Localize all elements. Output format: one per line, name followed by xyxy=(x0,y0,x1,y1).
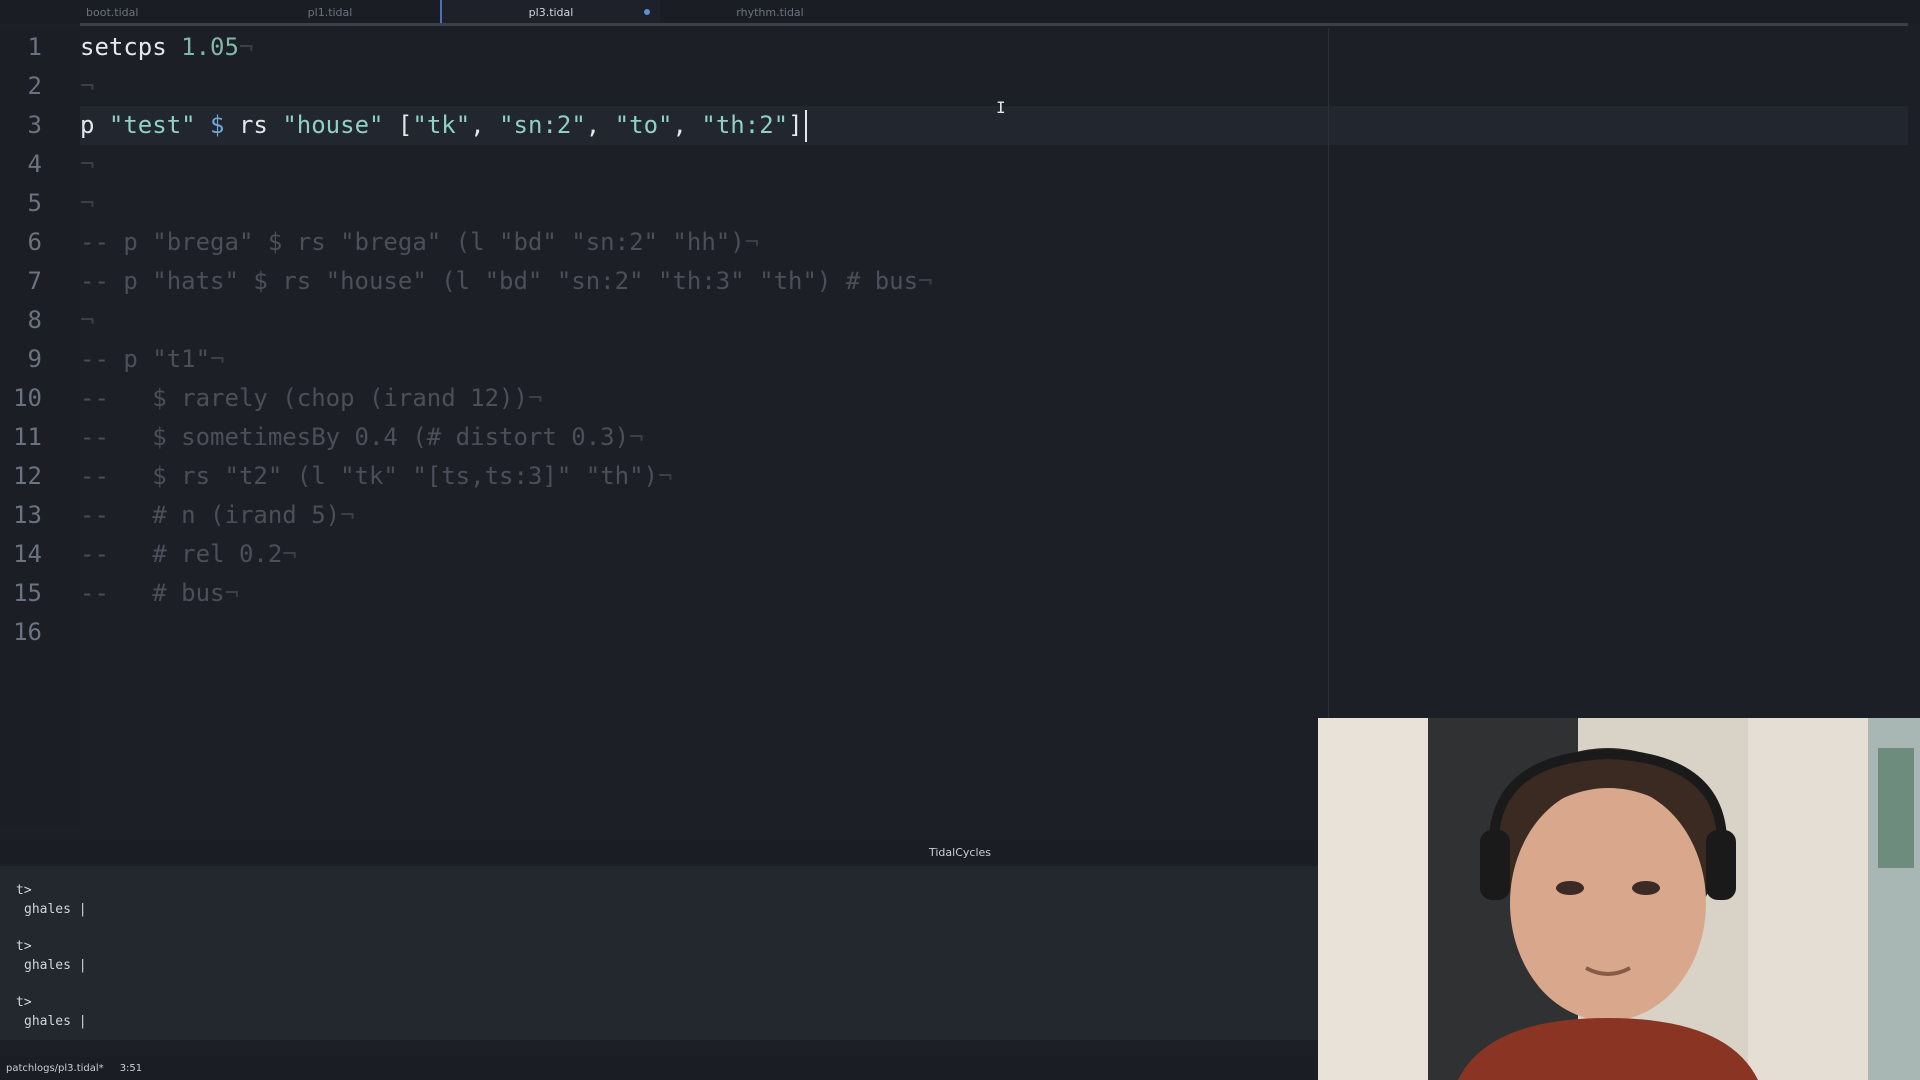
line-number: 3 xyxy=(27,111,42,139)
tab-pl1-tidal[interactable]: pl1.tidal xyxy=(220,0,440,24)
code-text-area[interactable]: setcps 1.05¬ ¬ p "test" $ rs "house" ["t… xyxy=(80,28,1920,828)
line-number: 6 xyxy=(27,228,42,256)
tab-label: boot.tidal xyxy=(86,5,139,19)
line-number: 8 xyxy=(27,306,42,334)
line-number: 7 xyxy=(27,267,42,295)
tidal-editor-app: boot.tidal pl1.tidal pl3.tidal rhythm.ti… xyxy=(0,0,1920,1080)
console-entry: t> ghales | xyxy=(16,882,1318,938)
console-entry: t> ghales | xyxy=(16,938,1318,994)
line-number: 9 xyxy=(27,345,42,373)
status-cursor-position[interactable]: 3:51 xyxy=(120,1063,142,1074)
console-output-line: ghales | xyxy=(24,1014,87,1029)
tab-boot-tidal[interactable]: boot.tidal xyxy=(0,0,220,24)
tidal-console-output[interactable]: t> ghales | t> ghales | t> ghales | xyxy=(0,866,1318,1040)
code-line-6: -- p "brega" $ rs "brega" (l "bd" "sn:2"… xyxy=(80,228,760,256)
line-number: 11 xyxy=(13,423,42,451)
code-line-3: p "test" $ rs "house" ["tk", "sn:2", "to… xyxy=(80,106,807,145)
line-number: 16 xyxy=(13,618,42,646)
tab-bar-divider xyxy=(80,23,1908,26)
line-number: 5 xyxy=(27,189,42,217)
line-number: 1 xyxy=(27,33,42,61)
ibeam-cursor-icon: I xyxy=(996,98,1006,117)
status-file-path[interactable]: patchlogs/pl3.tidal* xyxy=(6,1063,104,1074)
tab-pl3-tidal[interactable]: pl3.tidal xyxy=(440,0,660,24)
code-editor[interactable]: 1 2 3 4 5 6 7 8 9 10 11 12 13 14 15 16 s… xyxy=(0,28,1920,828)
tab-label: rhythm.tidal xyxy=(736,5,804,19)
console-prompt: t> xyxy=(16,883,32,898)
code-line-10: -- $ rarely (chop (irand 12))¬ xyxy=(80,384,543,412)
line-number: 15 xyxy=(13,579,42,607)
code-line-13: -- # n (irand 5)¬ xyxy=(80,501,355,529)
line-number: 14 xyxy=(13,540,42,568)
line-number: 13 xyxy=(13,501,42,529)
code-line-12: -- $ rs "t2" (l "tk" "[ts,ts:3]" "th")¬ xyxy=(80,462,673,490)
console-prompt: t> xyxy=(16,939,32,954)
code-line-8: ¬ xyxy=(80,306,95,334)
line-number: 12 xyxy=(13,462,42,490)
webcam-person-illustration xyxy=(1318,718,1920,1080)
line-number: 2 xyxy=(27,72,42,100)
console-prompt: t> xyxy=(16,995,32,1010)
console-output-line: ghales | xyxy=(24,958,87,973)
code-line-5: ¬ xyxy=(80,189,95,217)
code-line-4: ¬ xyxy=(80,150,95,178)
unsaved-dot-icon xyxy=(644,9,650,15)
line-number: 10 xyxy=(13,384,42,412)
console-output-line: ghales | xyxy=(24,902,87,917)
code-line-14: -- # rel 0.2¬ xyxy=(80,540,297,568)
console-title: TidalCycles xyxy=(928,845,991,859)
tab-rhythm-tidal[interactable]: rhythm.tidal xyxy=(660,0,880,24)
tab-bar: boot.tidal pl1.tidal pl3.tidal rhythm.ti… xyxy=(0,0,1920,26)
code-line-11: -- $ sometimesBy 0.4 (# distort 0.3)¬ xyxy=(80,423,644,451)
code-line-2: ¬ xyxy=(80,72,95,100)
line-number: 4 xyxy=(27,150,42,178)
code-line-1: setcps 1.05¬ xyxy=(80,33,254,61)
text-cursor xyxy=(804,110,807,142)
code-line-7: -- p "hats" $ rs "house" (l "bd" "sn:2" … xyxy=(80,267,933,295)
tab-label: pl1.tidal xyxy=(307,5,353,19)
console-entry: t> ghales | xyxy=(16,994,1318,1050)
code-line-15: -- # bus¬ xyxy=(80,579,239,607)
webcam-overlay xyxy=(1318,718,1920,1080)
tab-label: pl3.tidal xyxy=(528,5,574,19)
line-number-gutter: 1 2 3 4 5 6 7 8 9 10 11 12 13 14 15 16 xyxy=(0,28,80,828)
code-line-9: -- p "t1"¬ xyxy=(80,345,225,373)
